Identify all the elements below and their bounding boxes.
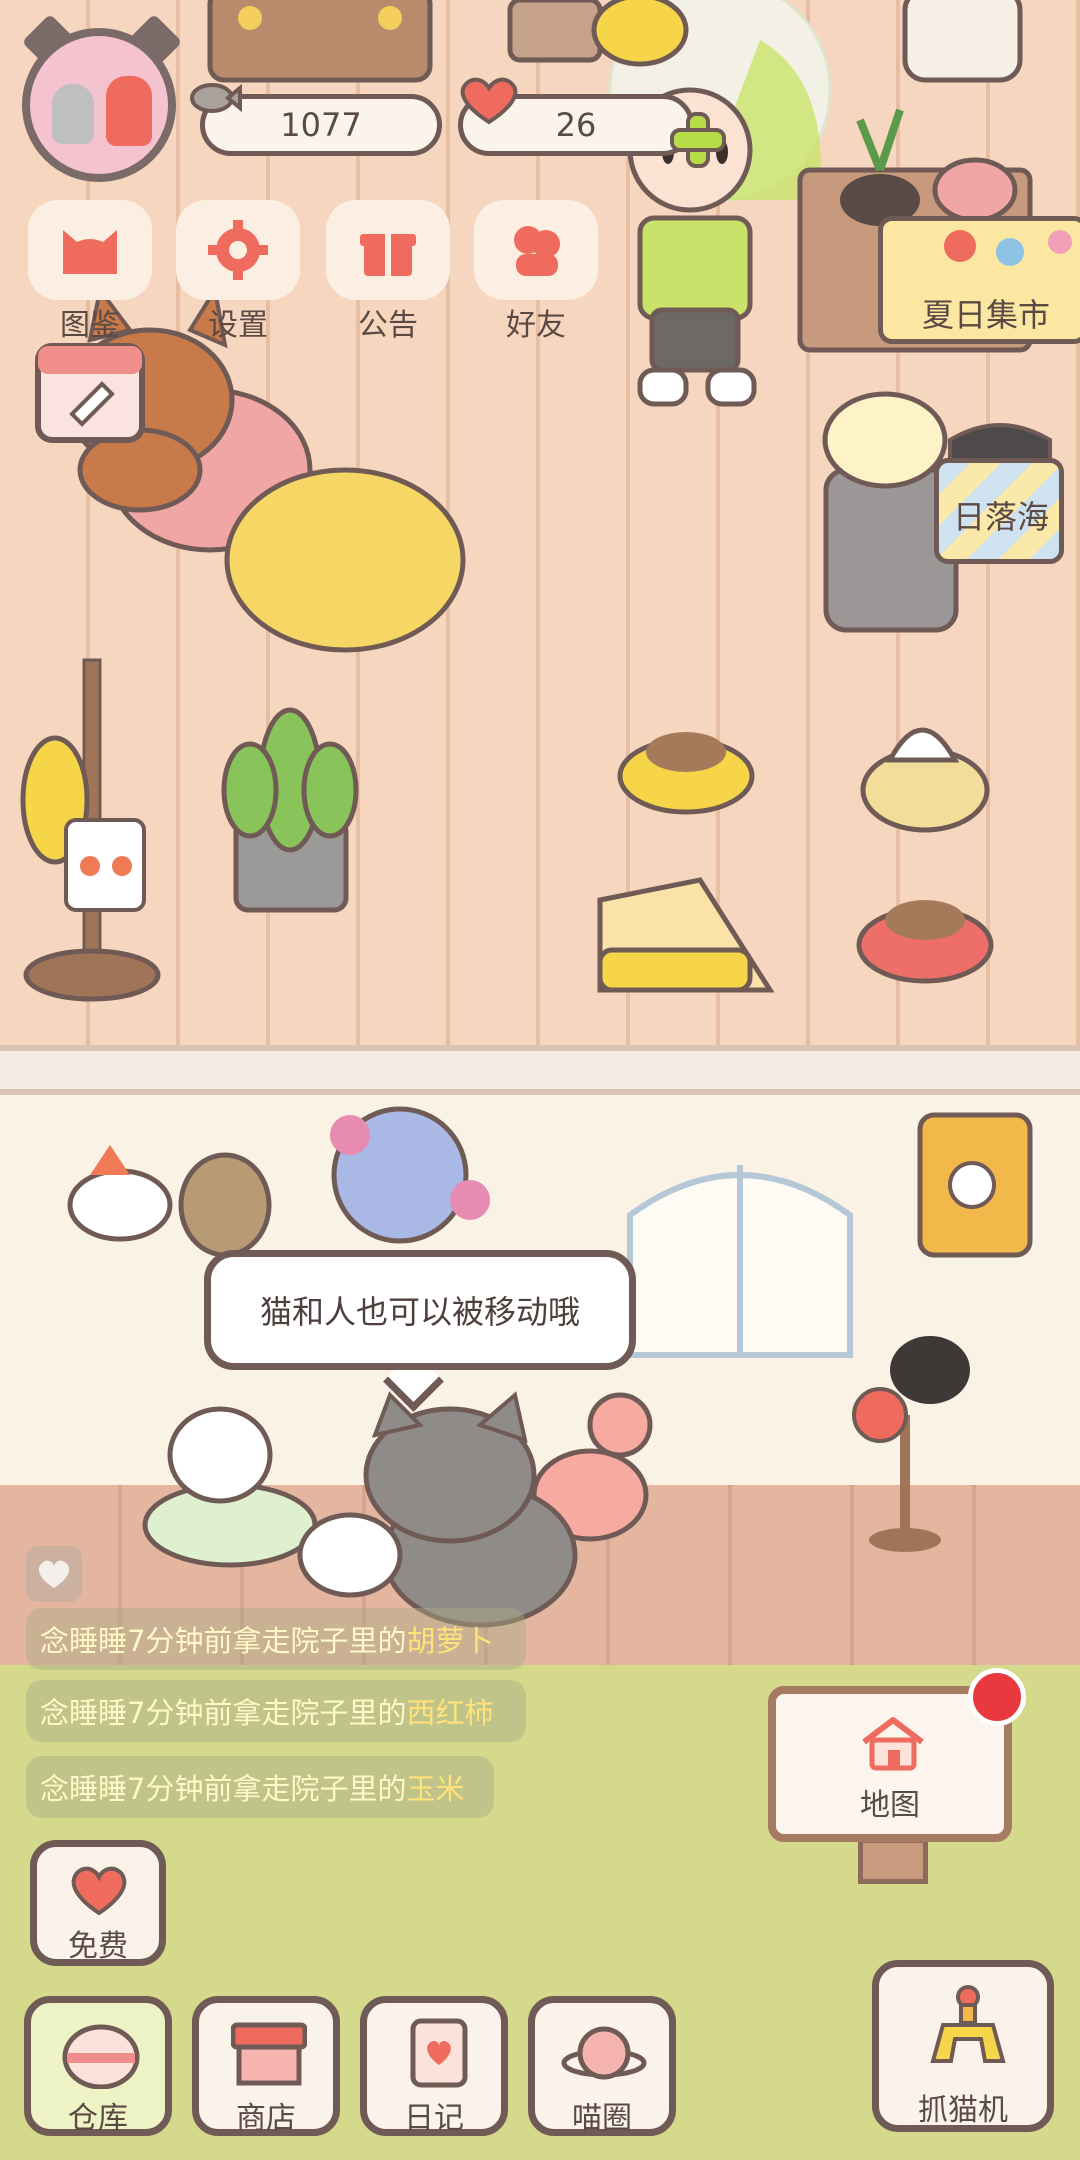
diary-icon xyxy=(410,2018,468,2088)
claw-icon xyxy=(930,1985,1006,2063)
heart-count: 26 xyxy=(555,106,597,144)
avatar-gray-cat xyxy=(52,84,94,144)
claw-machine-button[interactable]: 抓猫机 xyxy=(872,1960,1054,2132)
cat-head-icon xyxy=(63,230,117,274)
shop-icon xyxy=(231,2022,307,2086)
heart-outline-icon xyxy=(38,1560,70,1588)
fish-count: 1077 xyxy=(280,106,362,144)
gray-cat xyxy=(297,1391,578,1628)
menu-item-settings[interactable]: 设置 xyxy=(176,200,300,344)
summer-market-label: 夏日集市 xyxy=(921,296,1050,334)
room-divider xyxy=(0,1045,1080,1095)
feed-item-name: 玉米 xyxy=(406,1772,465,1806)
calendar-icon[interactable] xyxy=(32,336,148,446)
menu-item-label: 设置 xyxy=(208,308,268,343)
nav-cat-circle[interactable]: 喵圈 xyxy=(528,1996,676,2136)
nav-storage-label: 仓库 xyxy=(68,2101,128,2136)
avatar-red-cat xyxy=(106,76,152,146)
plus-icon[interactable] xyxy=(668,110,728,170)
menu-item-collection[interactable]: 图鉴 xyxy=(28,200,152,344)
feed-user: 念睡睡 xyxy=(40,1624,128,1658)
menu-item-settings-bg xyxy=(176,200,300,300)
feed-text: 7分钟前拿走院子里的 xyxy=(127,1772,407,1806)
gear-icon xyxy=(208,220,268,280)
nav-diary[interactable]: 日记 xyxy=(360,1996,508,2136)
menu-item-announcement-bg xyxy=(326,200,450,300)
upper-room-decor xyxy=(20,0,1052,1002)
speech-bubble-text: 猫和人也可以被移动哦 xyxy=(259,1293,580,1331)
feed-toggle-button[interactable] xyxy=(26,1546,82,1602)
fish-icon xyxy=(190,83,242,113)
menu-item-friends-bg xyxy=(474,200,598,300)
lower-room-decor xyxy=(67,1106,1033,1628)
free-button[interactable]: 免费 xyxy=(30,1840,166,1966)
feed-item: 念睡睡 7分钟前拿走院子里的 西红柿 xyxy=(26,1680,526,1742)
nav-shop[interactable]: 商店 xyxy=(192,1996,340,2136)
nav-diary-label: 日记 xyxy=(404,2101,464,2136)
feed-item: 念睡睡 7分钟前拿走院子里的 玉米 xyxy=(26,1756,494,1818)
map-sign-post xyxy=(858,1838,928,1884)
nav-shop-label: 商店 xyxy=(236,2101,296,2136)
notification-dot xyxy=(968,1668,1026,1726)
free-label: 免费 xyxy=(68,1929,128,1964)
player-avatar[interactable] xyxy=(22,28,176,182)
menu-item-collection-bg xyxy=(28,200,152,300)
feed-item-name: 西红柿 xyxy=(406,1696,494,1730)
feed-item-name: 胡萝卜 xyxy=(406,1624,494,1658)
speech-bubble: 猫和人也可以被移动哦 xyxy=(204,1250,636,1370)
storage-icon xyxy=(62,2024,140,2089)
sunset-sea-label: 日落海 xyxy=(952,498,1049,536)
feed-user: 念睡睡 xyxy=(40,1772,128,1806)
menu-item-label: 公告 xyxy=(358,308,418,343)
menu-item-friends[interactable]: 好友 xyxy=(474,200,598,344)
claw-machine-label: 抓猫机 xyxy=(918,2093,1008,2128)
flower-decor xyxy=(944,230,1072,266)
map-label: 地图 xyxy=(860,1788,920,1823)
house-icon xyxy=(862,1717,924,1771)
heart-icon xyxy=(71,1866,127,1916)
feed-item: 念睡睡 7分钟前拿走院子里的 胡萝卜 xyxy=(26,1608,526,1670)
nav-storage[interactable]: 仓库 xyxy=(24,1996,172,2136)
gift-icon xyxy=(360,234,416,276)
heart-icon xyxy=(460,77,518,125)
feed-text: 7分钟前拿走院子里的 xyxy=(127,1696,407,1730)
planet-cat-icon xyxy=(561,2026,647,2080)
feed-user: 念睡睡 xyxy=(40,1696,128,1730)
menu-item-label: 好友 xyxy=(506,308,566,343)
menu-item-announcement[interactable]: 公告 xyxy=(326,200,450,344)
friends-icon xyxy=(514,226,560,276)
nav-cat-circle-label: 喵圈 xyxy=(572,2101,632,2136)
feed-text: 7分钟前拿走院子里的 xyxy=(127,1624,407,1658)
